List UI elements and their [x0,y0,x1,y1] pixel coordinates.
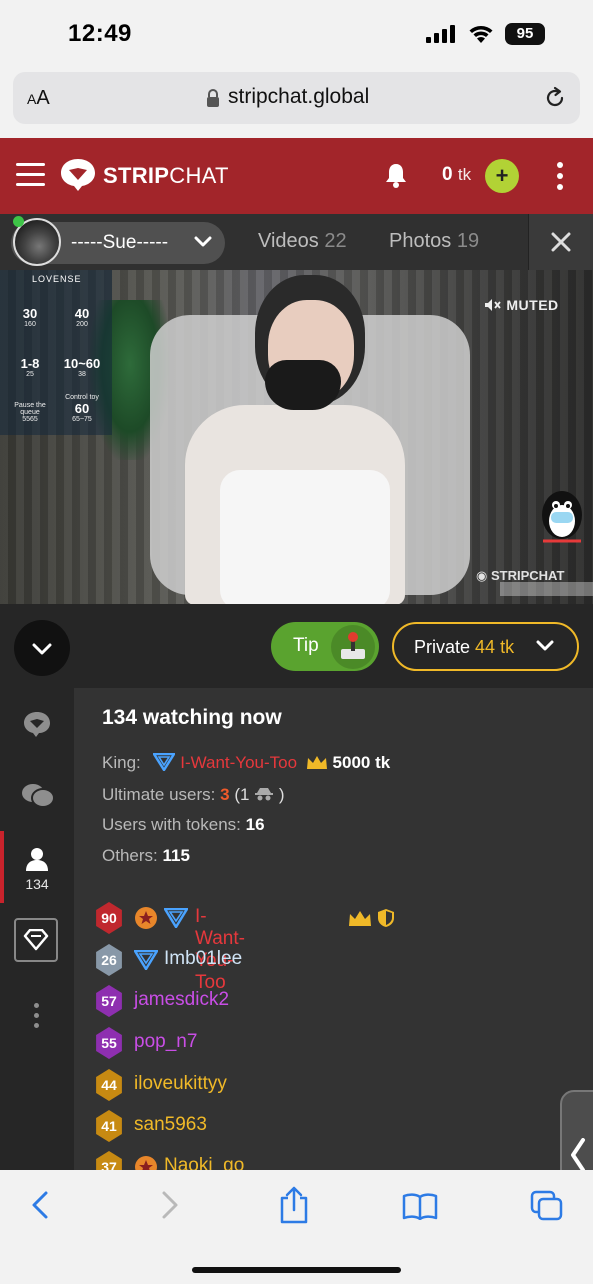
penguin-sticker-icon [542,491,582,543]
model-selector[interactable]: -----Sue----- [11,216,225,266]
level-badge: 57 [96,985,122,1017]
live-video-player[interactable]: LOVENSE 30 160 40 200 1-8 25 10~60 38 Pause … [0,270,593,604]
king-name[interactable]: I-Want-You-Too [180,753,297,772]
notifications-bell-icon[interactable] [385,162,407,188]
level-badge: 26 [96,944,122,976]
active-tab-indicator [0,831,4,903]
site-header: STRIPCHAT 0 tk + [0,138,593,214]
chevron-down-icon [194,236,212,247]
menu-icon[interactable] [16,163,45,187]
more-options-icon[interactable] [557,162,565,195]
private-label: Private 44 tk [414,637,515,657]
others-row: Others: 115 [102,846,190,865]
lovense-overlay: LOVENSE 30 160 40 200 1-8 25 10~60 38 Pause … [0,270,112,435]
battery-indicator: 95 [505,23,545,45]
model-bar: -----Sue----- Videos 22 Photos 19 [0,214,593,270]
username: jamesdick2 [134,989,230,1010]
tip-button[interactable]: Tip [271,622,379,671]
private-messages-icon[interactable] [20,782,56,810]
address-bar[interactable]: AA stripchat.global [13,72,580,124]
vip-triangle-icon [164,908,188,928]
ultimate-users-row: Ultimate users: 3 (1 ) [102,785,285,804]
username: san5963 [134,1114,207,1135]
diamond-icon [23,929,49,951]
reload-icon[interactable] [543,86,567,110]
tokens-users-row: Users with tokens: 16 [102,815,265,834]
buy-tokens-button[interactable]: + [485,159,519,193]
tab-videos[interactable]: Videos 22 [258,230,347,253]
sidebar-more-icon[interactable] [34,1003,39,1033]
home-indicator [192,1267,401,1273]
browser-toolbar [0,1170,593,1284]
muted-indicator[interactable]: MUTED [484,297,559,313]
level-badge: 55 [96,1027,122,1059]
wifi-icon [469,26,493,43]
fanclub-button[interactable] [14,918,58,962]
level-badge: 44 [96,1069,122,1101]
level-badge: 41 [96,1110,122,1142]
lovense-cell: 40 200 [74,306,90,328]
speaker-muted-icon [485,299,501,311]
vip-triangle-icon [153,752,176,772]
crown-icon [306,756,327,769]
shield-icon [378,909,394,927]
star-badge-icon [135,907,157,929]
lovense-cell: 30 160 [22,306,38,328]
username: pop_n7 [134,1031,198,1052]
video-person-mask [265,360,341,410]
incognito-icon [255,788,274,801]
model-name: -----Sue----- [71,232,169,253]
tip-label: Tip [293,635,319,656]
crown-icon [349,911,371,926]
back-icon[interactable] [30,1190,50,1220]
share-icon[interactable] [279,1186,309,1224]
stream-controls: Tip Private 44 tk [0,604,593,688]
close-button[interactable] [528,214,593,270]
status-bar: 12:49 95 [0,0,593,68]
collapse-button[interactable] [14,620,70,676]
chevron-down-icon [536,640,554,651]
stripchat-logo[interactable]: STRIPCHAT [103,163,229,189]
king-amount: 5000 tk [332,753,391,772]
status-time: 12:49 [68,20,132,47]
url-text[interactable]: stripchat.global [228,85,369,109]
tabs-icon[interactable] [530,1190,564,1222]
watching-count: 134 watching now [102,706,282,729]
online-status-dot [13,216,24,227]
video-person-dress [220,470,390,604]
public-chat-icon[interactable] [22,710,52,738]
bookmarks-icon[interactable] [402,1192,438,1220]
cellular-signal-icon [426,25,455,43]
vip-triangle-icon [134,950,158,970]
stripchat-logo-icon[interactable] [60,158,96,192]
users-list-icon[interactable] [24,846,50,872]
lovense-cell: 10~60 38 [63,356,101,378]
lovense-cell: 1-8 25 [20,356,40,378]
private-show-button[interactable]: Private 44 tk [392,622,579,671]
chevron-down-icon [32,643,52,655]
level-badge: 90 [96,902,122,934]
forward-icon[interactable] [160,1190,180,1220]
browser-address-area: AA stripchat.global [0,68,593,138]
username: iloveukittyy [134,1073,227,1094]
lovense-cell: Pause the queue 5565 [14,402,46,423]
king-row: King: I-Want-You-Too 5000 tk [102,752,391,772]
lovense-cell: Control toy 60 65~75 [65,394,99,423]
tip-goal-strip [500,582,593,596]
chevron-left-icon [571,1138,585,1172]
close-icon [551,232,571,252]
lock-icon [207,89,219,107]
token-balance[interactable]: 0 tk [442,164,471,186]
users-count: 134 [25,876,49,892]
users-panel: 134 watching now King: I-Want-You-Too 50… [74,688,593,1178]
text-size-button[interactable]: AA [27,87,50,110]
tab-photos[interactable]: Photos 19 [389,230,479,253]
username: Imb01lee [164,948,243,969]
lovense-title: LOVENSE [32,274,82,284]
chat-sidebar: 134 [0,688,74,1178]
joystick-icon [331,625,375,669]
